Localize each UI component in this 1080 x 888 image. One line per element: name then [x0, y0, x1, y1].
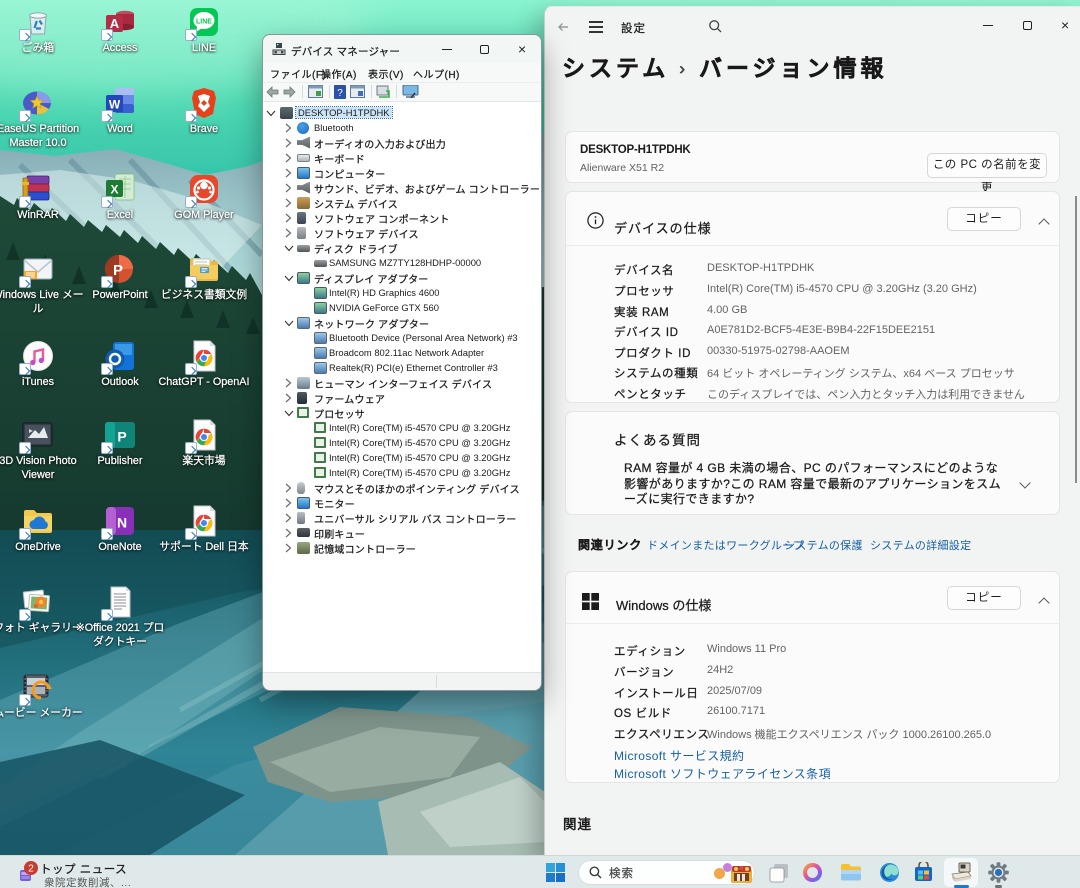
- svg-text:N: N: [117, 515, 127, 531]
- svg-text:LINE: LINE: [196, 19, 212, 26]
- svg-text:P: P: [117, 429, 126, 445]
- svg-text:2: 2: [28, 864, 34, 875]
- svg-text:X: X: [110, 183, 118, 197]
- svg-text:?: ?: [337, 88, 343, 99]
- svg-text:P: P: [113, 262, 123, 279]
